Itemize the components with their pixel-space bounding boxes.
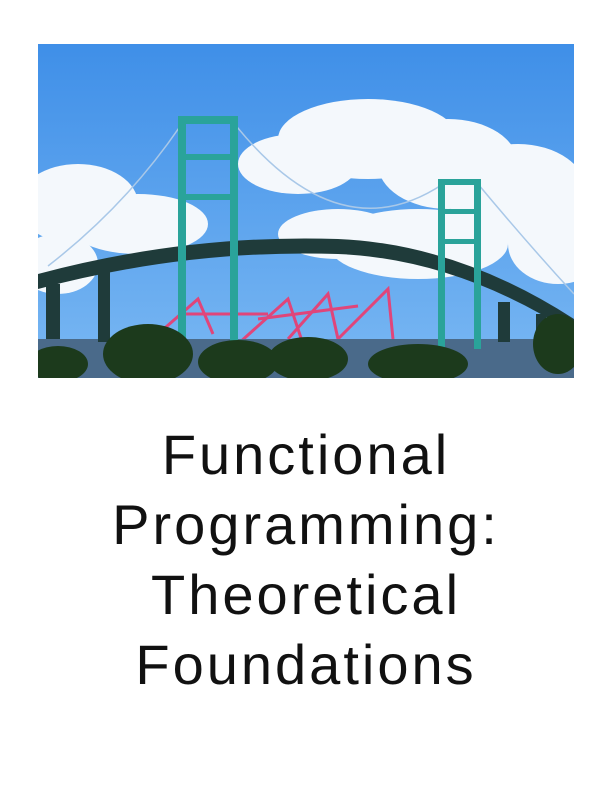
bridge-photo xyxy=(38,44,574,378)
title-line-1: Functional xyxy=(161,423,451,486)
title-line-3: Theoretical xyxy=(150,563,462,626)
title-line-2: Programming: xyxy=(112,493,500,556)
bridge-illustration xyxy=(38,44,574,378)
book-cover: Functional Programming: Theoretical Foun… xyxy=(0,0,612,792)
book-title: Functional Programming: Theoretical Foun… xyxy=(0,420,612,700)
title-line-4: Foundations xyxy=(135,633,477,696)
